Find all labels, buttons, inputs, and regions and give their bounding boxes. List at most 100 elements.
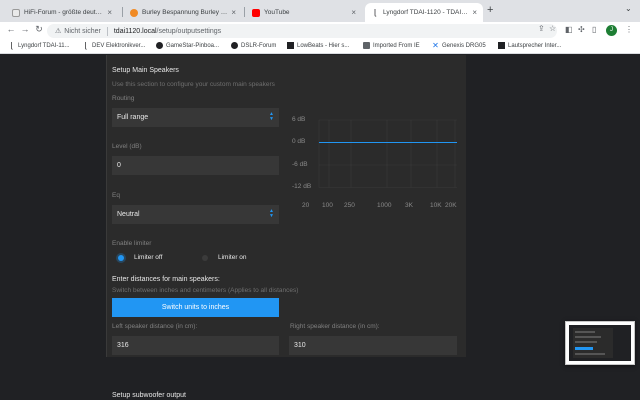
bookmark-dev-elektronik[interactable]: ɭ DEV Elektronikver... [82, 41, 146, 50]
select-arrows-icon: ▲ ▼ [269, 208, 274, 219]
switch-units-button[interactable]: Switch units to inches [112, 298, 279, 317]
bookmark-label: LowBeats - Hier s... [297, 42, 350, 49]
bookmark-gamestar[interactable]: GameStar-Pinboa... [156, 42, 219, 49]
bookmark-label: GameStar-Pinboa... [166, 42, 220, 49]
genexis-x-icon: ✕ [432, 41, 439, 50]
share-icon[interactable]: ⇪ [538, 24, 545, 33]
eq-select[interactable]: Neutral ▲ ▼ [112, 205, 279, 224]
limiter-label: Enable limiter [112, 240, 152, 247]
left-distance-input[interactable]: 316 [112, 336, 279, 355]
y-tick-label: 6 dB [292, 116, 306, 123]
left-distance-value: 316 [117, 342, 129, 349]
y-tick-label: -12 dB [292, 183, 312, 190]
eq-label: Eq [112, 192, 120, 199]
tab-title: Lyngdorf TDAI-1120 - TDAI-112... [383, 9, 468, 16]
right-distance-value: 310 [294, 342, 306, 349]
security-label[interactable]: Nicht sicher [64, 28, 101, 35]
right-distance-input[interactable]: 310 [289, 336, 457, 355]
x-tick-label: 3K [405, 202, 413, 209]
thumbnail-line [575, 331, 595, 333]
level-value: 0 [117, 162, 121, 169]
address-path: /setup/outputsettings [156, 27, 222, 35]
forward-arrow-icon[interactable]: → [19, 24, 31, 34]
bookmark-label: Imported From IE [373, 42, 420, 49]
dev-icon: ɭ [84, 41, 87, 50]
lyngdorf-icon: ɭ [10, 41, 13, 50]
limiter-off-label: Limiter off [134, 254, 163, 261]
limiter-off-radio[interactable]: Limiter off [118, 254, 162, 261]
close-tab-icon[interactable]: × [231, 8, 236, 17]
radio-unselected-indicator [202, 254, 208, 261]
eq-value: Neutral [117, 211, 140, 218]
thumbnail-line [575, 341, 597, 343]
right-distance-label: Right speaker distance (in cm): [290, 323, 380, 330]
tab-title: HiFi-Forum - größte deutsche ... [24, 9, 103, 16]
folder-icon [363, 42, 370, 49]
eq-response-graph: 6 dB 0 dB -6 dB -12 dB 20 100 250 1000 3… [285, 110, 460, 210]
x-tick-label: 10K [430, 202, 442, 209]
routing-select[interactable]: Full range ▲ ▼ [112, 108, 279, 127]
hifi-forum-favicon [12, 8, 20, 17]
thumbnail-line [575, 336, 601, 338]
back-arrow-icon[interactable]: ← [5, 24, 17, 34]
warning-icon[interactable]: ⚠ [55, 27, 61, 35]
lyngdorf-favicon: ɭ [374, 7, 376, 17]
distances-description: Switch between inches and centimeters (A… [112, 287, 299, 294]
tab-search-chevron-icon[interactable]: ⌄ [625, 4, 632, 13]
address-host: tdai1120.local [113, 27, 157, 35]
bookmark-label: Genexis DRG05 [442, 42, 486, 49]
left-distance-label: Left speaker distance (in cm): [112, 323, 198, 330]
reload-icon[interactable]: ↻ [33, 24, 45, 35]
bookmark-lyngdorf[interactable]: ɭ Lyngdorf TDAI-11... [8, 41, 70, 50]
tab-lyngdorf[interactable]: ɭ Lyngdorf TDAI-1120 - TDAI-112... × [365, 3, 483, 22]
level-label: Level (dB) [112, 143, 142, 150]
tab-title: YouTube [264, 9, 290, 16]
bookmark-lowbeats[interactable]: LowBeats - Hier s... [287, 42, 349, 49]
bookmark-genexis[interactable]: ✕ Genexis DRG05 [432, 41, 486, 50]
menu-dots-icon[interactable]: ⋮ [625, 25, 633, 34]
bookmark-folder-imported[interactable]: Imported From IE [363, 42, 420, 49]
side-panel-icon[interactable]: ▯ [592, 25, 596, 34]
limiter-on-label: Limiter on [218, 254, 247, 261]
bookmark-lautsprecher[interactable]: Lautsprecher Inter... [498, 42, 561, 49]
tab-youtube[interactable]: YouTube × [246, 3, 362, 22]
lowbeats-icon [287, 42, 294, 49]
section-description: Use this section to configure your custo… [112, 81, 275, 88]
eq-graph-svg [318, 119, 457, 188]
youtube-favicon [252, 8, 260, 17]
close-tab-icon[interactable]: × [351, 8, 356, 17]
tab-separator [122, 7, 123, 17]
extensions-icon[interactable]: ✣ [578, 25, 585, 34]
tab-burley[interactable]: Burley Bespannung Burley Ende... × [124, 3, 242, 22]
thumbnail-line [575, 353, 605, 355]
bookmark-label: Lautsprecher Inter... [508, 42, 562, 49]
y-tick-label: 0 dB [292, 138, 306, 145]
subwoofer-section-title: Setup subwoofer output [112, 392, 186, 399]
bookmark-label: DSLR-Forum [241, 42, 277, 49]
tab-strip: HiFi-Forum - größte deutsche ... × Burle… [0, 0, 640, 22]
bookmark-dslr-forum[interactable]: DSLR-Forum [231, 42, 276, 49]
level-input[interactable]: 0 [112, 156, 279, 175]
select-arrows-icon: ▲ ▼ [269, 111, 274, 122]
close-tab-icon[interactable]: × [107, 8, 112, 17]
globe-icon [156, 42, 163, 49]
tab-title: Burley Bespannung Burley Ende... [142, 9, 227, 16]
distances-title: Enter distances for main speakers: [112, 276, 220, 283]
profile-avatar[interactable]: J [606, 25, 617, 36]
close-tab-icon[interactable]: × [472, 8, 477, 17]
x-tick-label: 1000 [377, 202, 392, 209]
limiter-on-radio[interactable]: Limiter on [202, 254, 247, 261]
bookmark-star-icon[interactable]: ☆ [549, 24, 556, 33]
new-tab-button[interactable]: + [487, 4, 493, 16]
section-title: Setup Main Speakers [112, 67, 179, 74]
window-preview-thumbnail[interactable] [565, 321, 635, 365]
radio-selected-indicator [118, 254, 124, 261]
bookmark-label: Lyngdorf TDAI-11... [18, 42, 70, 49]
burley-favicon [130, 8, 138, 17]
address-bar[interactable]: ⚠ Nicht sicher tdai1120.local /setup/out… [47, 24, 557, 38]
customize-icon[interactable]: ◧ [565, 25, 573, 34]
thumbnail-content [569, 325, 631, 361]
tab-hifi-forum[interactable]: HiFi-Forum - größte deutsche ... × [6, 3, 118, 22]
browser-toolbar: ← → ↻ ⚠ Nicht sicher tdai1120.local /set… [0, 22, 640, 39]
x-tick-label: 20K [445, 202, 457, 209]
